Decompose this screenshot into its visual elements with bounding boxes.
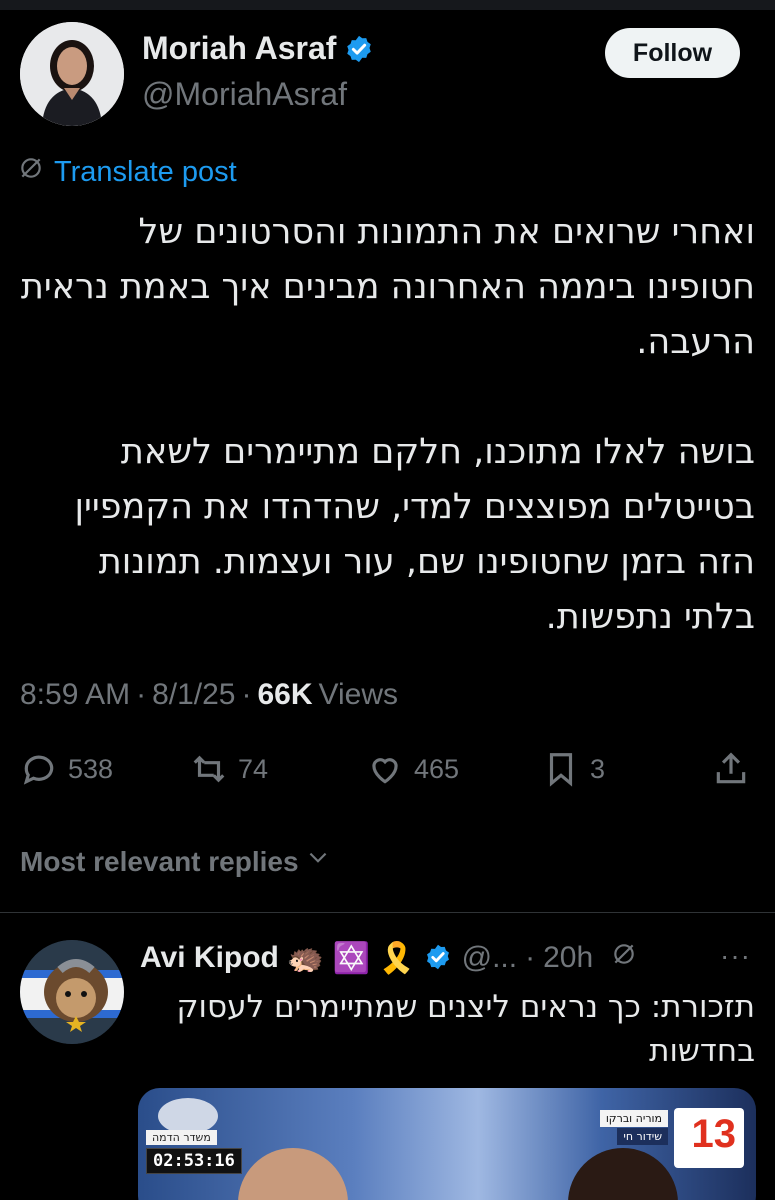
share-icon	[716, 752, 746, 784]
meta-separator: ·	[136, 678, 147, 711]
replies-filter-label: Most relevant replies	[20, 845, 299, 877]
reply-time[interactable]: 20h	[543, 941, 593, 975]
reply-author-name[interactable]: Avi Kipod	[140, 941, 279, 975]
repost-count: 74	[238, 753, 269, 784]
top-edge	[0, 0, 775, 10]
post-date[interactable]: 8/1/25	[152, 678, 235, 712]
media-live-ribbon: שידור חי	[617, 1128, 668, 1145]
heart-icon	[372, 758, 398, 784]
author-handle[interactable]: @MoriahAsraf	[142, 76, 347, 113]
bookmark-count: 3	[590, 753, 606, 784]
media-timestamp: 02:53:16	[146, 1148, 242, 1174]
author-name-row[interactable]: Moriah Asraf	[142, 30, 374, 67]
action-bar: 538 74 465 3	[20, 750, 755, 800]
reply-author-handle[interactable]: @...	[462, 941, 517, 975]
reply-count: 538	[68, 753, 114, 784]
like-count: 465	[414, 753, 460, 784]
reply-media-video[interactable]: משדר הדמה 02:53:16 מוריה וברקו שידור חי …	[138, 1088, 756, 1200]
share-button[interactable]	[712, 750, 750, 788]
logo-shape	[158, 1098, 218, 1134]
post-meta: 8:59 AM · 8/1/25 · 66K Views	[20, 678, 398, 712]
translate-icon[interactable]	[611, 941, 637, 975]
verified-badge-icon	[344, 34, 374, 64]
replies-filter-dropdown[interactable]: Most relevant replies	[20, 845, 331, 878]
bookmark-button[interactable]: 3	[542, 750, 605, 788]
follow-button[interactable]: Follow	[605, 28, 740, 78]
avatar-image	[20, 22, 124, 126]
like-button[interactable]: 465	[366, 750, 459, 788]
person-silhouette	[568, 1148, 678, 1200]
media-label: משדר הדמה	[146, 1130, 217, 1145]
person-silhouette	[238, 1148, 348, 1200]
author-name[interactable]: Moriah Asraf	[142, 30, 336, 67]
reply-author-emojis: 🦔 ✡️ 🎗️	[286, 941, 416, 975]
repost-icon	[193, 755, 225, 783]
bookmark-icon	[549, 753, 573, 787]
more-options-icon[interactable]: ···	[720, 940, 751, 972]
hedgehog-avatar-image	[20, 940, 124, 1044]
reply-header: Avi Kipod 🦔 ✡️ 🎗️ @... · 20h	[140, 936, 637, 980]
post-time[interactable]: 8:59 AM	[20, 678, 130, 712]
author-avatar[interactable]	[20, 22, 124, 126]
chevron-down-icon	[305, 845, 331, 878]
reply-button[interactable]: 538	[20, 750, 113, 788]
verified-badge-icon	[424, 943, 454, 973]
meta-separator: ·	[525, 941, 536, 974]
channel-number: 13	[691, 1112, 737, 1156]
reply-author-avatar[interactable]	[20, 940, 124, 1044]
meta-separator: ·	[241, 678, 252, 711]
translate-label: Translate post	[54, 155, 237, 188]
translate-icon	[18, 155, 44, 189]
divider	[0, 912, 775, 913]
repost-button[interactable]: 74	[190, 750, 268, 788]
post-text: ואחרי שרואים את התמונות והסרטונים של חטו…	[20, 212, 755, 637]
translate-post-link[interactable]: Translate post	[18, 155, 237, 189]
views-count[interactable]: 66K	[258, 678, 313, 712]
reply-icon	[23, 755, 54, 785]
views-label: Views	[318, 678, 399, 711]
reply-text: תזכורת: כך נראים ליצנים שמתיימרים לעסוק …	[176, 989, 755, 1069]
media-ribbon: מוריה וברקו	[599, 1110, 668, 1127]
